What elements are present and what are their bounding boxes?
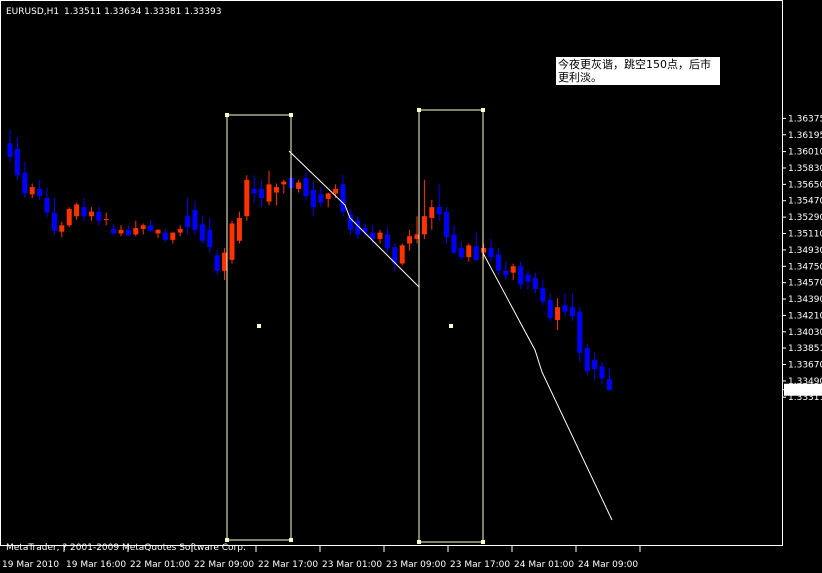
price-label: 1.33851 [788, 344, 822, 354]
price-label: 1.34390 [788, 295, 822, 305]
price-label: 1.34930 [788, 246, 822, 256]
candle [584, 343, 590, 376]
price-label: 1.34030 [788, 328, 822, 338]
price-label: 1.34570 [788, 279, 822, 289]
price-label: 1.35110 [788, 230, 822, 240]
price-label: 1.36010 [788, 148, 822, 158]
price-label: 1.34750 [788, 262, 822, 272]
candle [244, 175, 250, 221]
candle [399, 243, 405, 266]
time-label: 24 Mar 01:00 [514, 560, 574, 570]
center-marker [449, 324, 453, 328]
price-label: 1.35830 [788, 164, 822, 174]
time-label: 19 Mar 16:00 [66, 560, 126, 570]
price-label: 1.35470 [788, 197, 822, 207]
candle [66, 207, 72, 228]
time-label: 23 Mar 17:00 [450, 560, 510, 570]
price-chart: 1.36375 1.36195 1.36010 1.35830 1.35650 1.354… [0, 0, 822, 570]
price-label: 1.34210 [788, 311, 822, 321]
price-label: 1.35290 [788, 213, 822, 223]
price-label: 1.33670 [788, 361, 822, 371]
candle [229, 220, 235, 264]
time-label: 22 Mar 17:00 [258, 560, 318, 570]
price-label: 1.36195 [788, 131, 822, 141]
time-label: 22 Mar 01:00 [130, 560, 190, 570]
price-label: 1.36375 [788, 114, 822, 124]
chart-symbol: EURUSD,H1 [6, 7, 59, 17]
annotation-note[interactable]: 今夜更灰谐，跳空150点，后市 更利淡。 [556, 57, 720, 85]
price-label: 1.33311 [788, 393, 822, 403]
time-label: 23 Mar 01:00 [322, 560, 382, 570]
center-marker [257, 324, 261, 328]
chart-ohlc: 1.33511 1.33634 1.33381 1.33393 [64, 7, 221, 17]
time-label: 22 Mar 09:00 [194, 560, 254, 570]
time-label: 24 Mar 09:00 [578, 560, 638, 570]
price-axis: 1.36375 1.36195 1.36010 1.35830 1.35650 1.354… [782, 114, 822, 403]
copyright-text: MetaTrader, ? 2001-2009 MetaQuotes Softw… [6, 543, 246, 553]
price-label: 1.35650 [788, 180, 822, 190]
time-label: 23 Mar 09:00 [386, 560, 446, 570]
time-label: 19 Mar 2010 [2, 560, 59, 570]
